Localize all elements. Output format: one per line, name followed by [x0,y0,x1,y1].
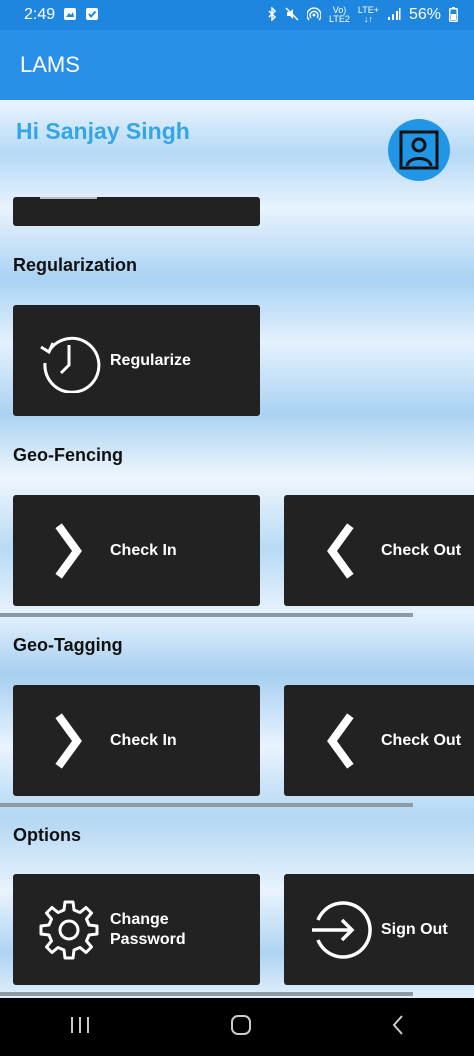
data-arrows-icon: ↓↑ [363,14,373,24]
back-button[interactable] [391,1014,405,1041]
chevron-right-icon [55,523,82,579]
sign-out-label: Sign Out [381,920,448,938]
gear-icon [39,900,99,960]
recent-apps-icon [71,1016,90,1033]
geofence-check-in-button[interactable]: Check In [13,495,260,606]
geotag-check-out-button[interactable]: Check Out [284,685,474,796]
sign-out-icon [312,901,372,959]
volte-indicator: Vo) LTE2 [329,6,350,24]
section-geo-fencing: Geo-Fencing [13,445,124,465]
geotag-check-in-label: Check In [110,731,177,749]
signal-icon [387,7,401,23]
profile-button[interactable] [388,119,450,181]
regularize-button[interactable]: Regularize [13,305,260,416]
scroll-divider [0,803,413,807]
partial-icon-edge [40,197,97,199]
image-notification-icon [63,7,77,23]
hotspot-icon [306,7,322,23]
leave-card-partial[interactable] [13,197,260,226]
section-options: Options [13,825,81,845]
home-button[interactable] [230,1014,252,1041]
section-regularization: Regularization [13,255,138,275]
history-clock-icon [40,336,101,393]
geotag-check-in-button[interactable]: Check In [13,685,260,796]
geofence-check-out-button[interactable]: Check Out [284,495,474,606]
system-nav-bar [0,998,474,1056]
geofence-check-in-label: Check In [110,541,177,559]
regularize-label: Regularize [110,351,191,369]
geofence-check-out-label: Check Out [381,541,462,559]
battery-percent: 56% [408,6,441,23]
sign-out-button[interactable]: Sign Out [284,874,474,985]
app-bar: LAMS [0,30,474,100]
chevron-left-icon [327,713,354,769]
recent-apps-button[interactable] [69,1016,91,1039]
lte-indicator: LTE+ ↓↑ [358,6,379,24]
back-icon [392,1014,403,1035]
home-icon [230,1014,251,1035]
mute-icon [285,7,299,23]
profile-icon [399,130,439,170]
chevron-left-icon [327,523,354,579]
bluetooth-icon [267,6,277,23]
check-notification-icon [85,7,99,23]
status-bar: 2:49 Vo) LTE2 LTE+ ↓↑ 56% [0,0,474,30]
change-password-button[interactable]: Change Password [13,874,260,985]
app-title: LAMS [20,52,80,77]
change-password-line2: Password [110,930,186,948]
battery-icon [449,6,458,24]
scroll-divider [0,992,413,996]
greeting-text: Hi Sanjay Singh [16,118,190,144]
scroll-divider [0,613,413,617]
status-time: 2:49 [24,6,56,23]
volte-bottom-text: LTE2 [329,14,350,24]
change-password-label: Change Password [110,874,186,985]
change-password-line1: Change [110,910,169,928]
chevron-right-icon [55,713,82,769]
geotag-check-out-label: Check Out [381,731,462,749]
section-geo-tagging: Geo-Tagging [13,635,123,655]
main-content[interactable]: Hi Sanjay Singh Regularization Regulariz… [0,100,474,998]
